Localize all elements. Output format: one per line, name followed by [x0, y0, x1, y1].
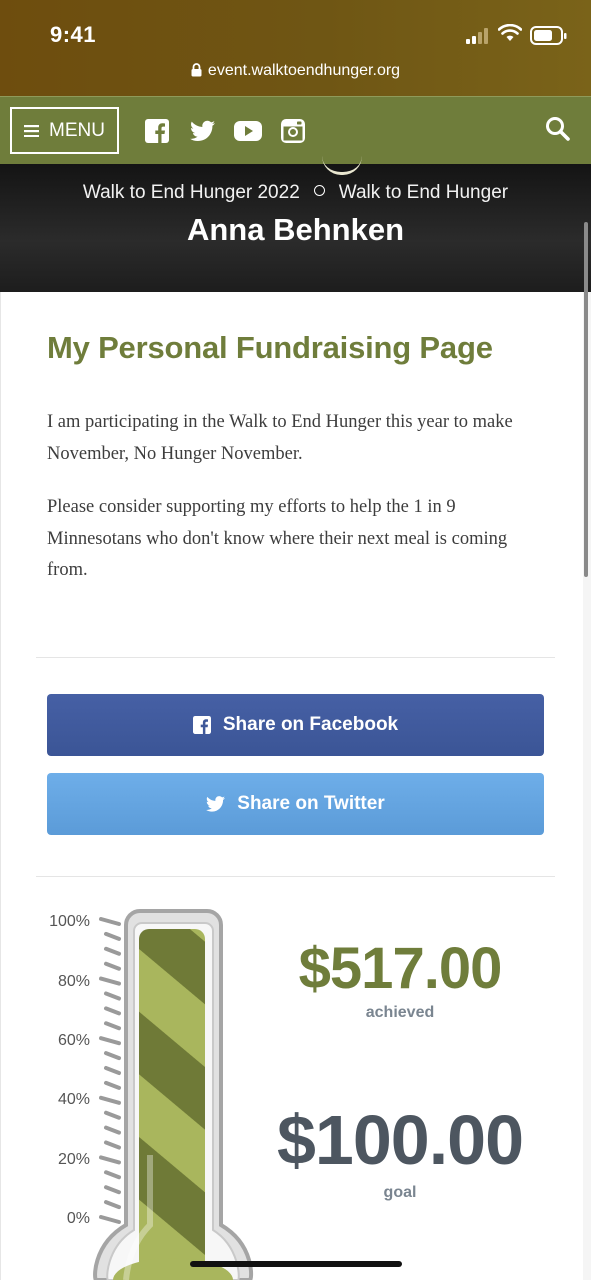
share-facebook-label: Share on Facebook [222, 714, 399, 735]
scale-tick [104, 1080, 121, 1090]
twitter-icon[interactable] [190, 119, 215, 143]
scale-tick [99, 1155, 121, 1165]
participant-name: Anna Behnken [186, 212, 405, 247]
scale-tick [104, 1021, 121, 1031]
scale-tick [104, 1125, 121, 1135]
appeal-paragraph: Please consider supporting my efforts to… [47, 497, 508, 580]
scale-tick [104, 961, 121, 971]
scale-tick [99, 976, 121, 986]
scrollbar[interactable] [583, 222, 591, 1280]
scale-tick [99, 1036, 121, 1046]
scrollbar-thumb[interactable] [584, 222, 588, 577]
scale-tick [104, 1185, 121, 1195]
twitter-icon [206, 796, 226, 812]
team-link[interactable]: Walk to End Hunger [339, 182, 508, 203]
achieved-amount: $517.00 [298, 936, 503, 1001]
home-indicator[interactable] [190, 1261, 402, 1267]
scale-tick [104, 1140, 121, 1150]
scale-tick [104, 1110, 121, 1120]
scale-tick [99, 917, 121, 926]
youtube-icon[interactable] [234, 119, 262, 143]
scale-tick [104, 1170, 121, 1180]
scale-tick [104, 1051, 121, 1061]
lock-icon [191, 63, 202, 77]
fundraising-thermometer [93, 909, 254, 1280]
status-bar: 9:41 event.walktoendhunger.org [0, 0, 591, 96]
signal-icon [466, 28, 488, 44]
clock: 9:41 [50, 22, 97, 47]
breadcrumb: Walk to End Hunger 2022 Walk to End Hunge… [0, 182, 591, 204]
scale-tick [104, 991, 121, 1001]
hamburger-icon [24, 124, 40, 137]
intro-paragraph: I am participating in the Walk to End Hu… [47, 412, 513, 464]
divider [36, 876, 555, 877]
goal-label: goal [383, 1184, 417, 1201]
scale-tick [104, 931, 121, 941]
instagram-icon[interactable] [281, 119, 305, 143]
share-twitter-label: Share on Twitter [237, 793, 385, 814]
scale-tick [104, 1066, 121, 1075]
achieved-label: achieved [365, 1004, 435, 1021]
share-twitter-button[interactable]: Share on Twitter [47, 773, 544, 835]
separator-icon [313, 185, 325, 196]
scale-tick [104, 1006, 121, 1016]
menu-button[interactable]: MENU [10, 107, 119, 154]
facebook-icon[interactable] [145, 119, 169, 143]
site-navbar: MENU [0, 96, 591, 165]
event-link[interactable]: Walk to End Hunger 2022 [83, 182, 300, 203]
scale-tick [104, 1200, 121, 1210]
share-facebook-button[interactable]: Share on Facebook [47, 694, 544, 756]
scale-tick [99, 1215, 121, 1224]
goal-amount: $100.00 [276, 1101, 524, 1179]
divider [36, 657, 555, 658]
logo-edge [322, 156, 362, 175]
search-icon[interactable] [545, 116, 571, 142]
page-title: My Personal Fundraising Page [47, 330, 493, 365]
scale-tick [104, 946, 121, 956]
facebook-icon [192, 716, 211, 734]
url-text: event.walktoendhunger.org [207, 62, 401, 79]
participant-header: Walk to End Hunger 2022 Walk to End Hunge… [0, 164, 591, 292]
battery-icon [530, 26, 567, 45]
scale-tick [99, 1095, 121, 1105]
menu-label: MENU [49, 119, 105, 141]
wifi-icon [498, 24, 522, 41]
address-bar[interactable]: event.walktoendhunger.org [0, 62, 591, 80]
